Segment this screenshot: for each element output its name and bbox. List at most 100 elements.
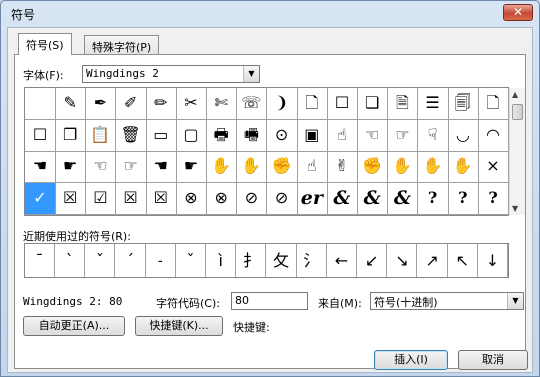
recent-symbol-cell[interactable]: ì bbox=[206, 244, 237, 277]
symbol-cell[interactable]: ☒ bbox=[145, 182, 177, 215]
symbol-cell[interactable]: ☒ bbox=[115, 182, 147, 215]
symbol-cell[interactable]: 🗑 bbox=[115, 119, 147, 152]
symbol-cell[interactable]: 🖶 bbox=[206, 119, 238, 152]
symbol-cell[interactable]: ✋ bbox=[236, 151, 268, 183]
symbol-cell[interactable]: ✒ bbox=[85, 88, 117, 120]
symbol-cell[interactable] bbox=[25, 88, 56, 120]
font-select[interactable]: Wingdings 2 ▼ bbox=[82, 65, 260, 83]
symbol-cell[interactable]: ⊙ bbox=[266, 119, 298, 152]
tab-symbols[interactable]: 符号(S) bbox=[18, 33, 72, 55]
symbol-cell[interactable]: 📋 bbox=[85, 119, 117, 152]
symbol-cell[interactable]: ⊘ bbox=[236, 182, 268, 215]
autocorrect-button[interactable]: 自动更正(A)... bbox=[23, 316, 125, 336]
symbol-cell[interactable]: ? bbox=[478, 182, 509, 215]
symbol-cell[interactable]: ? bbox=[447, 182, 479, 215]
symbol-cell[interactable]: & bbox=[387, 182, 419, 215]
symbol-cell[interactable]: 🗎 bbox=[387, 88, 419, 120]
close-button[interactable]: ✕ bbox=[503, 4, 533, 21]
symbol-cell[interactable]: ✂ bbox=[176, 88, 207, 120]
symbol-cell[interactable]: ✎ bbox=[55, 88, 87, 120]
chevron-down-icon[interactable]: ▼ bbox=[507, 293, 523, 309]
symbol-cell[interactable]: ☚ bbox=[145, 151, 177, 183]
recent-symbol-cell[interactable]: 攵 bbox=[267, 244, 297, 277]
symbol-cell[interactable]: 🗐 bbox=[447, 88, 479, 120]
symbol-cell[interactable]: ◠ bbox=[478, 119, 509, 152]
scroll-down-icon[interactable]: ▼ bbox=[512, 204, 518, 213]
title-bar: 符号 ✕ bbox=[1, 1, 539, 27]
symbol-cell[interactable]: ❐ bbox=[55, 119, 87, 152]
recent-symbol-cell[interactable]: ↖ bbox=[448, 244, 478, 277]
char-code-input[interactable]: 80 bbox=[231, 292, 308, 310]
from-select[interactable]: 符号(十进制) ▼ bbox=[370, 292, 524, 310]
recent-symbol-cell[interactable]: ˊ bbox=[116, 244, 146, 277]
shortcut-key-button[interactable]: 快捷键(K)... bbox=[135, 316, 223, 336]
recent-symbol-cell[interactable]: ↓ bbox=[478, 244, 508, 277]
grid-scrollbar[interactable]: ▲ ▼ bbox=[509, 88, 525, 215]
symbol-cell[interactable]: 🗋 bbox=[478, 88, 509, 120]
symbol-cell[interactable]: ⊘ bbox=[266, 182, 298, 215]
symbol-cell[interactable]: ☜ bbox=[357, 119, 389, 152]
recent-symbol-cell[interactable]: ↙ bbox=[357, 244, 388, 277]
scrollbar-thumb[interactable] bbox=[512, 104, 523, 120]
symbol-cell[interactable]: ☞ bbox=[387, 119, 419, 152]
char-code-value: 80 bbox=[235, 294, 249, 307]
symbol-cell[interactable]: er bbox=[296, 182, 328, 215]
symbol-cell[interactable]: ✋ bbox=[206, 151, 238, 183]
symbol-cell[interactable]: ✋ bbox=[417, 151, 449, 183]
symbol-cell[interactable]: 🗋 bbox=[296, 88, 328, 120]
symbol-cell[interactable]: ✊ bbox=[266, 151, 298, 183]
tab-special-characters[interactable]: 特殊字符(P) bbox=[84, 35, 160, 55]
recent-symbol-cell[interactable]: ˗ bbox=[146, 244, 176, 277]
symbol-cell[interactable]: ▣ bbox=[296, 119, 328, 152]
symbol-cell[interactable]: ☐ bbox=[25, 119, 56, 152]
recent-symbol-cell[interactable]: 扌 bbox=[236, 244, 267, 277]
symbol-cell[interactable]: ✋ bbox=[387, 151, 419, 183]
recent-symbol-cell[interactable]: ¯ bbox=[25, 244, 55, 277]
symbol-cell[interactable]: ☏ bbox=[236, 88, 268, 120]
recent-symbol-cell[interactable]: ˇ bbox=[85, 244, 116, 277]
symbol-cell[interactable]: ✋ bbox=[447, 151, 479, 183]
symbol-cell[interactable]: ☛ bbox=[176, 151, 207, 183]
symbol-cell[interactable]: ▭ bbox=[145, 119, 177, 152]
symbol-cell[interactable]: ✓ bbox=[25, 182, 56, 215]
symbol-cell[interactable]: ❏ bbox=[357, 88, 389, 120]
symbol-cell[interactable]: ☝ bbox=[327, 119, 358, 152]
recent-symbol-cell[interactable]: ˇ bbox=[176, 244, 206, 277]
insert-button[interactable]: 插入(I) bbox=[374, 350, 448, 370]
symbol-cell[interactable]: ☚ bbox=[25, 151, 56, 183]
symbol-cell[interactable]: ☟ bbox=[417, 119, 449, 152]
recent-symbol-cell[interactable]: 氵 bbox=[297, 244, 327, 277]
symbol-cell[interactable]: ☞ bbox=[115, 151, 147, 183]
recent-symbol-cell[interactable]: ↗ bbox=[418, 244, 448, 277]
from-label: 来自(M): bbox=[318, 297, 362, 310]
scroll-up-icon[interactable]: ▲ bbox=[512, 90, 518, 99]
symbol-cell[interactable]: ✄ bbox=[206, 88, 238, 120]
symbol-cell[interactable]: ◡ bbox=[447, 119, 479, 152]
symbol-cell[interactable]: ❩ bbox=[266, 88, 298, 120]
symbol-cell[interactable]: ✌ bbox=[327, 151, 358, 183]
symbol-cell[interactable]: ✐ bbox=[115, 88, 147, 120]
symbol-cell[interactable]: ✊ bbox=[357, 151, 389, 183]
symbol-cell[interactable]: ☛ bbox=[55, 151, 87, 183]
symbol-cell[interactable]: ☐ bbox=[327, 88, 358, 120]
chevron-down-icon[interactable]: ▼ bbox=[243, 66, 259, 82]
recent-symbol-cell[interactable]: ˋ bbox=[55, 244, 86, 277]
symbol-cell[interactable]: ☰ bbox=[417, 88, 449, 120]
symbol-cell[interactable]: ✏ bbox=[145, 88, 177, 120]
symbol-cell[interactable]: ⊗ bbox=[206, 182, 238, 215]
symbol-cell[interactable]: ☑ bbox=[85, 182, 117, 215]
cancel-button[interactable]: 取消 bbox=[458, 350, 528, 370]
symbol-cell[interactable]: × bbox=[478, 151, 509, 183]
symbol-cell[interactable]: ☜ bbox=[85, 151, 117, 183]
symbol-cell[interactable]: 🖷 bbox=[236, 119, 268, 152]
recent-symbol-cell[interactable]: ↘ bbox=[387, 244, 418, 277]
recent-symbol-cell[interactable]: ← bbox=[327, 244, 357, 277]
symbol-cell[interactable]: & bbox=[327, 182, 358, 215]
symbol-cell[interactable]: ☝ bbox=[296, 151, 328, 183]
symbol-cell[interactable]: ⊗ bbox=[176, 182, 207, 215]
symbol-cell[interactable]: & bbox=[357, 182, 389, 215]
symbol-cell[interactable]: ☒ bbox=[55, 182, 87, 215]
symbol-cell[interactable]: ▢ bbox=[176, 119, 207, 152]
from-select-value: 符号(十进制) bbox=[374, 296, 438, 309]
symbol-cell[interactable]: ? bbox=[417, 182, 449, 215]
